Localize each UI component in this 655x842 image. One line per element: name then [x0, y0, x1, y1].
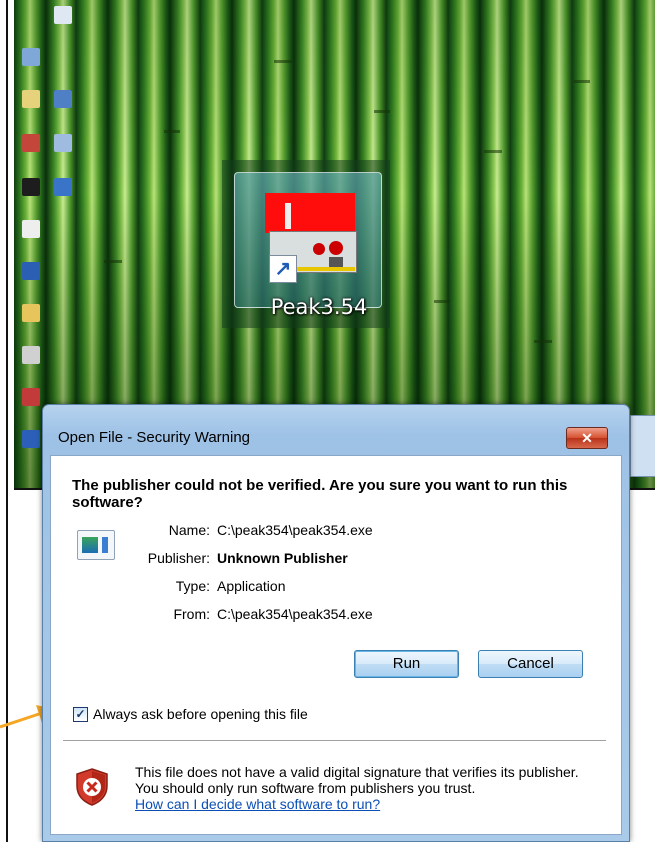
shortcut-selection-highlight: ↗ Peak3.54 [234, 172, 382, 319]
info-label: Name: [168, 522, 210, 538]
help-link[interactable]: How can I decide what software to run? [135, 796, 380, 812]
background-window-edge [630, 415, 655, 477]
info-label: Publisher: [147, 550, 210, 566]
dialog-divider [63, 740, 606, 741]
info-value: C:\peak354\peak354.exe [217, 522, 373, 538]
info-row-publisher: Publisher: Unknown Publisher [51, 550, 611, 568]
desktop-icon[interactable] [22, 388, 40, 406]
warning-message: This file does not have a valid digital … [135, 764, 585, 812]
info-row-type: Type: Application [51, 578, 611, 596]
warning-text: This file does not have a valid digital … [135, 764, 579, 796]
desktop-icon[interactable] [54, 178, 72, 196]
desktop-icon[interactable] [54, 134, 72, 152]
info-value: Application [217, 578, 286, 594]
always-ask-checkbox[interactable]: ✓ [73, 707, 88, 722]
always-ask-label: Always ask before opening this file [93, 706, 308, 722]
desktop-icon[interactable] [22, 304, 40, 322]
desktop-icon[interactable] [22, 90, 40, 108]
dialog-title: Open File - Security Warning [58, 429, 251, 446]
cancel-button[interactable]: Cancel [478, 650, 583, 678]
desktop-icon[interactable] [22, 48, 40, 66]
info-value: C:\peak354\peak354.exe [217, 606, 373, 622]
shield-error-icon [76, 768, 108, 806]
desktop-icon[interactable] [54, 90, 72, 108]
info-value: Unknown Publisher [217, 550, 348, 566]
info-row-from: From: C:\peak354\peak354.exe [51, 606, 611, 624]
info-row-name: Name: C:\peak354\peak354.exe [51, 522, 611, 540]
close-button[interactable]: ✕ [566, 427, 608, 449]
peak-shortcut-icon[interactable]: ↗ Peak3.54 [222, 160, 390, 328]
checkbox-check-icon: ✓ [75, 707, 86, 721]
desktop-icon[interactable] [22, 134, 40, 152]
info-label: Type: [175, 578, 210, 594]
desktop-icon[interactable] [22, 262, 40, 280]
shortcut-label: Peak3.54 [270, 295, 368, 319]
desktop-icon[interactable] [22, 220, 40, 238]
desktop-icon[interactable] [22, 430, 40, 448]
desktop-icon[interactable] [22, 178, 40, 196]
desktop-icon[interactable] [22, 346, 40, 364]
run-button[interactable]: Run [354, 650, 459, 678]
desktop-icon[interactable] [54, 6, 72, 24]
info-label: From: [173, 606, 210, 622]
shortcut-arrow-icon: ↗ [269, 255, 297, 283]
warning-heading: The publisher could not be verified. Are… [72, 477, 568, 511]
close-icon: ✕ [581, 430, 593, 446]
